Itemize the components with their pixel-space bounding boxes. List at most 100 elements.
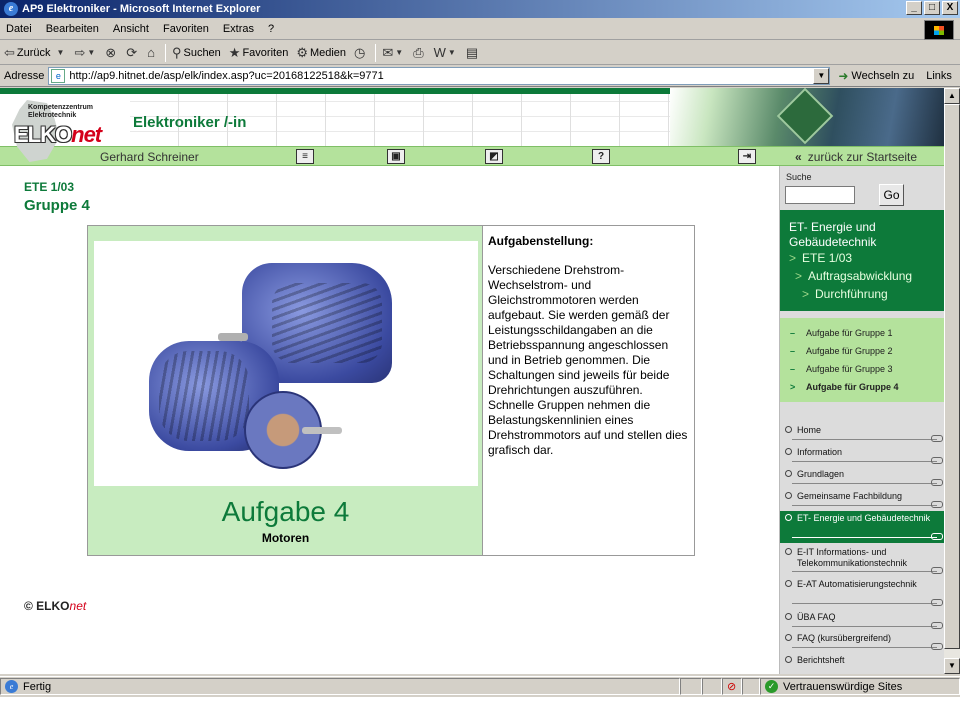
section-link-ete[interactable]: > ETE 1/03 [789, 251, 852, 265]
security-zone-text: Vertrauenswürdige Sites [783, 680, 903, 693]
section-title[interactable]: ET- Energie und Gebäudetechnik [789, 220, 939, 250]
current-section: ET- Energie und Gebäudetechnik > ETE 1/03… [780, 210, 944, 311]
print-button[interactable]: ⎙ [413, 45, 425, 61]
motor-shaft [302, 427, 342, 434]
back-to-home-link[interactable]: «zurück zur Startseite [795, 150, 917, 164]
chevron-right-icon: > [790, 382, 796, 392]
stop-button[interactable]: ⊗ [105, 45, 118, 61]
exit-icon[interactable]: ⇥ [738, 149, 756, 164]
desktop-strip [0, 697, 960, 720]
goto-button[interactable]: ➜ Wechseln zu [838, 69, 914, 83]
refresh-button[interactable]: ⟳ [126, 45, 139, 61]
search-label: Suche [786, 172, 812, 182]
plug-icon [931, 501, 943, 508]
history-icon: ◷ [354, 44, 366, 60]
group-item-2[interactable]: – Aufgabe für Gruppe 2 [790, 346, 893, 356]
pin-icon [785, 492, 792, 499]
presentation-icon[interactable]: ▣ [387, 149, 405, 164]
scroll-up-button[interactable]: ▲ [944, 88, 960, 104]
section-link-durchfuehrung[interactable]: > Durchführung [802, 287, 888, 301]
chevron-right-icon: > [789, 251, 797, 265]
menu-tools[interactable]: Extras [223, 23, 254, 35]
logo-tagline: Kompetenzzentrum Elektrotechnik [28, 104, 93, 119]
security-zone-cell[interactable]: ✓ Vertrauenswürdige Sites [760, 678, 960, 695]
sidebar-item-eit[interactable]: E-IT Informations- und Telekommunikation… [780, 545, 944, 577]
image-icon[interactable]: ◩ [485, 149, 503, 164]
back-arrow-icon: ⇦ [4, 44, 15, 60]
divider [792, 483, 937, 484]
home-button[interactable]: ⌂ [147, 45, 157, 60]
chevron-right-icon: > [795, 269, 803, 283]
group-item-4[interactable]: > Aufgabe für Gruppe 4 [790, 382, 899, 392]
mail-button[interactable]: ✉ ▼ [382, 45, 405, 61]
forward-arrow-icon: ⇨ [74, 44, 86, 60]
sidebar-item-gemeinsame-fachbildung[interactable]: Gemeinsame Fachbildung [780, 491, 944, 511]
plug-icon [931, 599, 943, 606]
group-item-1[interactable]: – Aufgabe für Gruppe 1 [790, 328, 893, 338]
description-text: Verschiedene Drehstrom- Wechselstrom- un… [488, 263, 688, 457]
plug-icon [931, 479, 943, 486]
sidebar-item-home[interactable]: Home [780, 425, 944, 445]
scroll-thumb[interactable] [944, 104, 960, 649]
close-button[interactable]: X [942, 1, 958, 15]
address-bar: Adresse e http://ap9.hitnet.de/asp/elk/i… [0, 65, 960, 87]
sidebar-item-eat[interactable]: E-AT Automatisierungstechnik [780, 577, 944, 609]
history-button[interactable]: ◷ [354, 45, 367, 61]
popup-blocked-icon[interactable]: ⊘ [722, 678, 742, 695]
task-description: Aufgabenstellung: Verschiedene Drehstrom… [488, 234, 688, 458]
search-input[interactable] [785, 186, 855, 204]
media-button[interactable]: ⚙ Medien [296, 45, 346, 61]
back-button[interactable]: ⇦ Zurück ▼ [4, 45, 66, 61]
status-cell [742, 678, 760, 695]
plug-icon [931, 435, 943, 442]
pin-icon [785, 656, 792, 663]
status-text: Fertig [23, 680, 52, 693]
discuss-button[interactable]: ▤ [466, 45, 480, 61]
sidebar-item-faq[interactable]: FAQ (kursübergreifend) [780, 633, 944, 653]
vertical-scrollbar[interactable]: ▲ ▼ [944, 88, 960, 674]
sidebar-item-uba-faq[interactable]: ÜBA FAQ [780, 612, 944, 632]
pin-icon [785, 548, 792, 555]
address-label: Adresse [4, 69, 45, 82]
menu-help[interactable]: ? [268, 23, 274, 35]
address-input[interactable]: e http://ap9.hitnet.de/asp/elk/index.asp… [48, 66, 831, 85]
menu-favorites[interactable]: Favoriten [163, 23, 209, 35]
status-cell [702, 678, 722, 695]
plug-icon [931, 622, 943, 629]
menu-view[interactable]: Ansicht [113, 23, 149, 35]
links-button[interactable]: Links [926, 70, 952, 82]
home-icon: ⌂ [147, 45, 155, 60]
forward-button[interactable]: ⇨ ▼ [74, 45, 97, 61]
notes-icon[interactable]: ≡ [296, 149, 314, 164]
edit-button[interactable]: W ▼ [434, 45, 458, 60]
task-subtitle: Motoren [261, 531, 310, 545]
group-item-3[interactable]: – Aufgabe für Gruppe 3 [790, 364, 893, 374]
search-go-button[interactable]: Go [879, 184, 904, 206]
elkonet-logo[interactable]: Kompetenzzentrum Elektrotechnik ELKOnet [12, 100, 127, 162]
media-icon: ⚙ [296, 44, 308, 60]
refresh-icon: ⟳ [126, 44, 138, 60]
sidebar-item-grundlagen[interactable]: Grundlagen [780, 469, 944, 489]
motors-image [94, 241, 478, 486]
motor-shaft [218, 333, 248, 341]
sidebar-item-berichtsheft[interactable]: Berichtsheft [780, 655, 944, 674]
minimize-button[interactable]: _ [906, 1, 922, 15]
maximize-button[interactable]: □ [924, 1, 940, 15]
banner-photo [670, 88, 944, 146]
help-icon[interactable]: ? [592, 149, 610, 164]
ie-page-icon: e [5, 680, 18, 693]
title-bar: e AP9 Elektroniker - Microsoft Internet … [0, 0, 960, 18]
divider [792, 439, 937, 440]
menu-file[interactable]: Datei [6, 23, 32, 35]
sidebar-item-information[interactable]: Information [780, 447, 944, 467]
address-dropdown-button[interactable]: ▼ [813, 67, 830, 84]
pin-icon [785, 470, 792, 477]
scroll-down-button[interactable]: ▼ [944, 658, 960, 674]
section-link-auftragsabwicklung[interactable]: > Auftragsabwicklung [795, 269, 912, 283]
menu-edit[interactable]: Bearbeiten [46, 23, 99, 35]
chevron-down-icon: ▼ [56, 48, 65, 57]
search-button[interactable]: ⚲ Suchen [172, 45, 221, 61]
favorites-button[interactable]: ★ Favoriten [229, 45, 289, 61]
pin-icon [785, 580, 792, 587]
sidebar-item-et[interactable]: ET- Energie und Gebäudetechnik [780, 511, 944, 543]
